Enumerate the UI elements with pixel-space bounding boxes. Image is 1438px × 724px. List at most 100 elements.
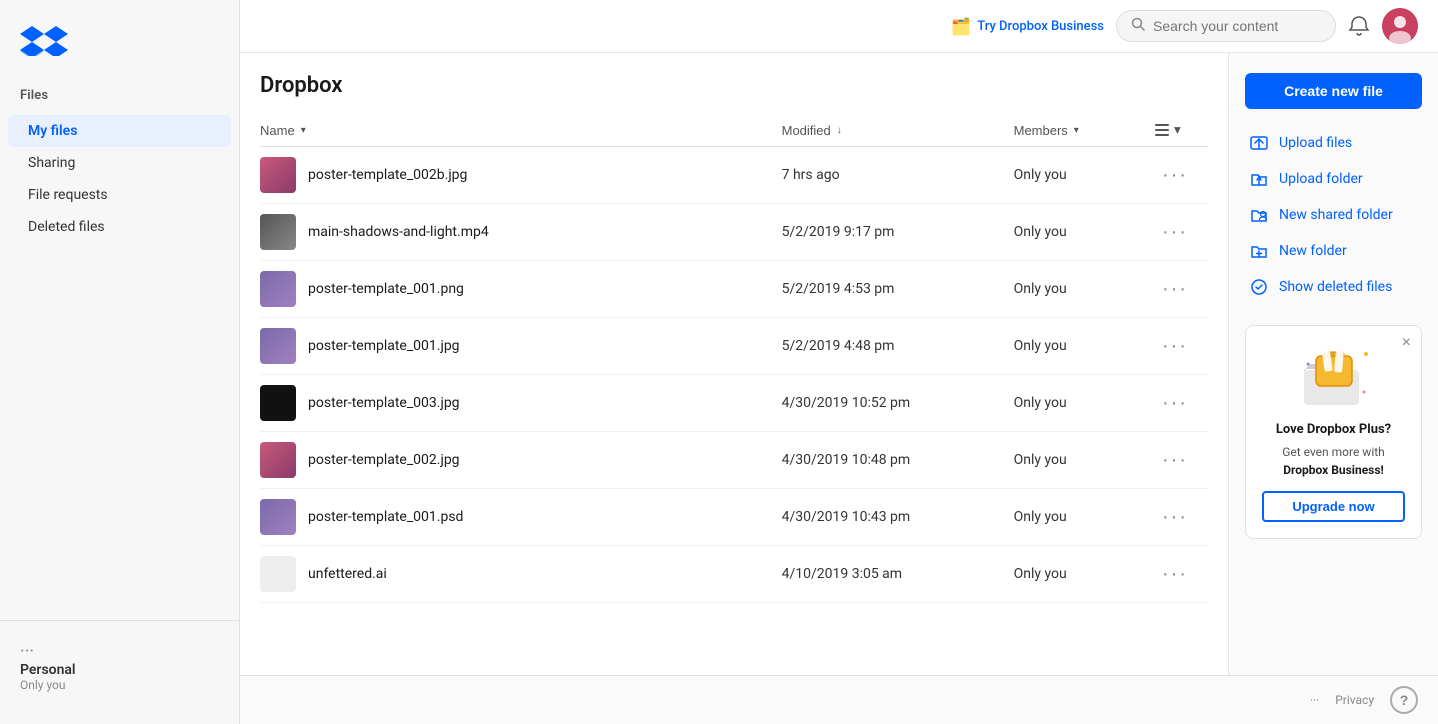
file-thumbnail xyxy=(260,556,296,592)
file-modified-cell: 5/2/2019 4:48 pm xyxy=(770,318,1002,375)
promo-title: Love Dropbox Plus? xyxy=(1262,422,1405,437)
upload-folder-action[interactable]: Upload folder xyxy=(1245,161,1422,197)
file-members-cell: Only you xyxy=(1002,489,1142,546)
file-list-container: Dropbox Name ▾ Modified xyxy=(240,53,1228,675)
sidebar-footer: ··· Personal Only you xyxy=(0,620,239,708)
sidebar-section-title: Files xyxy=(0,80,239,115)
file-more-button[interactable]: ··· xyxy=(1154,559,1196,590)
plan-sub: Only you xyxy=(20,678,219,692)
file-name-cell: poster-template_001.png xyxy=(260,261,770,318)
sidebar-nav: My files Sharing File requests Deleted f… xyxy=(0,115,239,243)
file-table-body: poster-template_002b.jpg 7 hrs ago Only … xyxy=(260,147,1208,603)
col-members[interactable]: Members ▾ xyxy=(1002,114,1142,147)
file-more-cell: ··· xyxy=(1142,204,1208,261)
file-thumbnail xyxy=(260,385,296,421)
table-header-row: Name ▾ Modified ↓ Member xyxy=(260,114,1208,147)
list-view-dropdown-arrow: ▾ xyxy=(1174,122,1181,138)
search-input[interactable] xyxy=(1153,18,1321,34)
bottom-bar: ··· Privacy ? xyxy=(240,675,1438,724)
promo-close-button[interactable]: × xyxy=(1402,334,1411,352)
file-name-cell: poster-template_001.jpg xyxy=(260,318,770,375)
file-more-cell: ··· xyxy=(1142,318,1208,375)
file-name-cell: poster-template_003.jpg xyxy=(260,375,770,432)
notification-button[interactable] xyxy=(1348,15,1370,37)
name-sort-button[interactable]: Name ▾ xyxy=(260,123,306,138)
file-more-button[interactable]: ··· xyxy=(1154,388,1196,419)
file-name-text: main-shadows-and-light.mp4 xyxy=(308,224,489,240)
dropbox-logo[interactable] xyxy=(0,16,239,80)
new-folder-action[interactable]: New folder xyxy=(1245,233,1422,269)
table-row[interactable]: poster-template_001.png 5/2/2019 4:53 pm… xyxy=(260,261,1208,318)
file-modified-cell: 7 hrs ago xyxy=(770,147,1002,204)
file-more-button[interactable]: ··· xyxy=(1154,445,1196,476)
file-modified-cell: 5/2/2019 9:17 pm xyxy=(770,204,1002,261)
upgrade-now-button[interactable]: Upgrade now xyxy=(1262,491,1405,522)
show-deleted-action[interactable]: Show deleted files xyxy=(1245,269,1422,305)
file-thumbnail xyxy=(260,271,296,307)
file-members-cell: Only you xyxy=(1002,261,1142,318)
table-row[interactable]: unfettered.ai 4/10/2019 3:05 am Only you… xyxy=(260,546,1208,603)
table-row[interactable]: poster-template_002b.jpg 7 hrs ago Only … xyxy=(260,147,1208,204)
file-more-cell: ··· xyxy=(1142,147,1208,204)
table-row[interactable]: poster-template_003.jpg 4/30/2019 10:52 … xyxy=(260,375,1208,432)
upload-files-action[interactable]: Upload files xyxy=(1245,125,1422,161)
file-name-cell: poster-template_002.jpg xyxy=(260,432,770,489)
file-more-button[interactable]: ··· xyxy=(1154,331,1196,362)
file-more-button[interactable]: ··· xyxy=(1154,217,1196,248)
sidebar-item-sharing[interactable]: Sharing xyxy=(8,147,231,179)
file-more-button[interactable]: ··· xyxy=(1154,274,1196,305)
modified-sort-arrow: ↓ xyxy=(837,125,842,136)
search-bar[interactable] xyxy=(1116,10,1336,42)
create-new-file-button[interactable]: Create new file xyxy=(1245,73,1422,109)
search-icon xyxy=(1131,17,1145,35)
col-modified[interactable]: Modified ↓ xyxy=(770,114,1002,147)
topbar: 🗂️ Try Dropbox Business xyxy=(240,0,1438,53)
file-modified-cell: 4/30/2019 10:52 pm xyxy=(770,375,1002,432)
file-members-cell: Only you xyxy=(1002,375,1142,432)
content-area: Dropbox Name ▾ Modified xyxy=(240,53,1438,675)
file-members-cell: Only you xyxy=(1002,318,1142,375)
sidebar-more-btn[interactable]: ··· xyxy=(20,641,34,662)
show-deleted-icon xyxy=(1249,277,1269,297)
table-row[interactable]: poster-template_001.jpg 5/2/2019 4:48 pm… xyxy=(260,318,1208,375)
table-row[interactable]: main-shadows-and-light.mp4 5/2/2019 9:17… xyxy=(260,204,1208,261)
help-button[interactable]: ? xyxy=(1390,686,1418,714)
sidebar-item-file-requests[interactable]: File requests xyxy=(8,179,231,211)
list-view-button[interactable]: ▾ xyxy=(1154,122,1181,138)
col-list-view[interactable]: ▾ xyxy=(1142,114,1208,147)
modified-sort-button[interactable]: Modified ↓ xyxy=(782,123,842,138)
file-thumbnail xyxy=(260,442,296,478)
members-filter-arrow: ▾ xyxy=(1074,125,1079,136)
members-filter-button[interactable]: Members ▾ xyxy=(1014,123,1079,138)
right-panel: Create new file Upload files xyxy=(1228,53,1438,675)
sidebar-item-my-files[interactable]: My files xyxy=(8,115,231,147)
file-more-button[interactable]: ··· xyxy=(1154,160,1196,191)
privacy-link[interactable]: Privacy xyxy=(1335,693,1374,707)
promo-description: Get even more with Dropbox Business! xyxy=(1262,443,1405,479)
file-name-cell: unfettered.ai xyxy=(260,546,770,603)
file-thumbnail xyxy=(260,157,296,193)
new-shared-folder-action[interactable]: New shared folder xyxy=(1245,197,1422,233)
briefcase-icon: 🗂️ xyxy=(951,17,971,36)
file-more-button[interactable]: ··· xyxy=(1154,502,1196,533)
action-list: Upload files Upload folder xyxy=(1245,125,1422,305)
table-row[interactable]: poster-template_001.psd 4/30/2019 10:43 … xyxy=(260,489,1208,546)
main-content: 🗂️ Try Dropbox Business xyxy=(240,0,1438,724)
topbar-right: 🗂️ Try Dropbox Business xyxy=(951,8,1418,44)
try-business-link[interactable]: 🗂️ Try Dropbox Business xyxy=(951,17,1104,36)
file-thumbnail xyxy=(260,499,296,535)
sidebar: Files My files Sharing File requests Del… xyxy=(0,0,240,724)
col-name[interactable]: Name ▾ xyxy=(260,114,770,147)
name-filter-arrow: ▾ xyxy=(301,125,306,136)
avatar[interactable] xyxy=(1382,8,1418,44)
file-more-cell: ··· xyxy=(1142,489,1208,546)
file-more-cell: ··· xyxy=(1142,432,1208,489)
table-row[interactable]: poster-template_002.jpg 4/30/2019 10:48 … xyxy=(260,432,1208,489)
file-name-cell: main-shadows-and-light.mp4 xyxy=(260,204,770,261)
file-name-text: unfettered.ai xyxy=(308,566,387,582)
bottom-more-link[interactable]: ··· xyxy=(1310,693,1319,707)
new-shared-folder-icon xyxy=(1249,205,1269,225)
plan-name: Personal xyxy=(20,662,219,678)
sidebar-item-deleted-files[interactable]: Deleted files xyxy=(8,211,231,243)
new-folder-icon xyxy=(1249,241,1269,261)
